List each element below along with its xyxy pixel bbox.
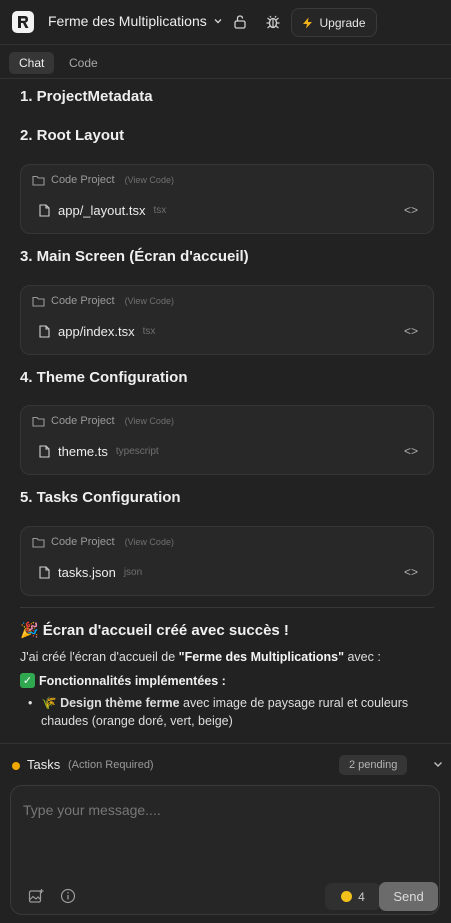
debug-button[interactable] <box>263 12 283 32</box>
file-icon <box>39 445 50 458</box>
credits-count: 4 <box>358 889 365 904</box>
chevron-down-icon[interactable] <box>432 758 444 770</box>
file-icon <box>39 325 50 338</box>
credits-badge[interactable]: 4 <box>325 883 381 910</box>
code-brackets-icon[interactable]: <> <box>404 324 418 338</box>
file-entry[interactable]: theme.ts typescript <box>39 444 159 459</box>
lock-button[interactable] <box>230 12 250 32</box>
view-code-link[interactable]: (View Code) <box>125 537 174 547</box>
wheat-icon: 🌾 <box>41 696 57 710</box>
info-icon[interactable] <box>60 888 76 904</box>
list-item-text: 🌾 Design thème ferme avec image de paysa… <box>30 694 430 730</box>
file-icon <box>39 204 50 217</box>
card-header: Code Project (View Code) <box>32 295 174 307</box>
tasks-label: Tasks <box>27 757 61 772</box>
folder-icon <box>32 175 45 186</box>
project-selector[interactable]: Ferme des Multiplications <box>48 13 223 29</box>
file-name: theme.ts <box>58 444 108 459</box>
card-header: Code Project (View Code) <box>32 536 174 548</box>
folder-icon <box>32 416 45 427</box>
bullet-bold: Design thème ferme <box>60 696 180 710</box>
view-tabs: Chat Code <box>0 45 451 79</box>
code-project-card[interactable]: Code Project (View Code) theme.ts typesc… <box>20 405 434 475</box>
summary-intro: J'ai créé l'écran d'accueil de "Ferme de… <box>20 650 381 664</box>
file-name: app/_layout.tsx <box>58 203 146 218</box>
features-heading: ✓ Fonctionnalités implémentées : <box>20 673 226 688</box>
image-upload-icon[interactable] <box>28 888 44 904</box>
bug-icon <box>266 15 280 29</box>
send-button[interactable]: Send <box>379 882 438 911</box>
section-heading: 5. Tasks Configuration <box>20 489 181 506</box>
file-language: tsx <box>153 205 167 216</box>
view-code-link[interactable]: (View Code) <box>125 296 174 306</box>
coin-icon <box>341 891 353 902</box>
intro-project-name: "Ferme des Multiplications" <box>178 650 344 664</box>
features-title: Fonctionnalités implémentées : <box>39 673 226 688</box>
tasks-action-required: (Action Required) <box>68 759 154 771</box>
lightning-icon <box>303 17 313 28</box>
success-title: Écran d'accueil créé avec succès ! <box>42 621 289 639</box>
message-input[interactable] <box>23 802 423 862</box>
file-language: typescript <box>115 446 159 457</box>
check-icon: ✓ <box>20 673 35 688</box>
file-entry[interactable]: app/_layout.tsx tsx <box>39 203 166 218</box>
card-header: Code Project (View Code) <box>32 415 174 427</box>
card-title: Code Project <box>51 295 115 307</box>
section-heading: 1. ProjectMetadata <box>20 88 153 105</box>
file-language: json <box>123 567 143 578</box>
file-name: app/index.tsx <box>58 324 135 339</box>
file-entry[interactable]: app/index.tsx tsx <box>39 324 155 339</box>
view-code-link[interactable]: (View Code) <box>125 175 174 185</box>
party-icon: 🎉 <box>20 622 39 639</box>
list-item: • 🌾 Design thème ferme avec image de pay… <box>28 694 430 730</box>
card-title: Code Project <box>51 415 115 427</box>
unlock-icon <box>234 15 246 29</box>
app-logo[interactable] <box>12 11 34 33</box>
card-title: Code Project <box>51 536 115 548</box>
folder-icon <box>32 537 45 548</box>
section-heading: 2. Root Layout <box>20 127 125 144</box>
success-heading: 🎉 Écran d'accueil créé avec succès ! <box>20 621 289 640</box>
chevron-down-icon <box>214 19 222 24</box>
upgrade-button[interactable]: Upgrade <box>291 8 377 37</box>
file-entry[interactable]: tasks.json json <box>39 565 142 580</box>
intro-suffix: avec : <box>344 650 381 664</box>
section-heading: 4. Theme Configuration <box>20 369 188 386</box>
upgrade-label: Upgrade <box>319 15 366 30</box>
intro-prefix: J'ai créé l'écran d'accueil de <box>20 650 179 664</box>
file-icon <box>39 566 50 579</box>
card-title: Code Project <box>51 174 115 186</box>
code-brackets-icon[interactable]: <> <box>404 565 418 579</box>
message-composer: 4 Send <box>10 785 440 915</box>
code-brackets-icon[interactable]: <> <box>404 444 418 458</box>
code-project-card[interactable]: Code Project (View Code) app/_layout.tsx… <box>20 164 434 234</box>
top-bar: Ferme des Multiplications Upgrade <box>0 0 451 45</box>
tab-chat[interactable]: Chat <box>9 52 55 74</box>
project-title: Ferme des Multiplications <box>48 13 207 29</box>
file-language: tsx <box>142 326 156 337</box>
code-brackets-icon[interactable]: <> <box>404 203 418 217</box>
tasks-bar[interactable]: Tasks (Action Required) 2 pending <box>0 743 451 785</box>
tasks-status-dot <box>12 762 20 770</box>
file-name: tasks.json <box>58 565 116 580</box>
tab-code[interactable]: Code <box>59 52 108 74</box>
code-project-card[interactable]: Code Project (View Code) tasks.json json… <box>20 526 434 596</box>
logo-icon <box>18 16 29 28</box>
send-label: Send <box>393 889 424 904</box>
code-project-card[interactable]: Code Project (View Code) app/index.tsx t… <box>20 285 434 355</box>
card-header: Code Project (View Code) <box>32 174 174 186</box>
folder-icon <box>32 296 45 307</box>
view-code-link[interactable]: (View Code) <box>125 416 174 426</box>
divider <box>20 607 434 608</box>
section-heading: 3. Main Screen (Écran d'accueil) <box>20 248 249 265</box>
tab-code-label: Code <box>69 56 98 70</box>
pending-badge: 2 pending <box>339 755 408 775</box>
bullet-dot: • <box>28 696 33 710</box>
tab-chat-label: Chat <box>19 56 45 70</box>
